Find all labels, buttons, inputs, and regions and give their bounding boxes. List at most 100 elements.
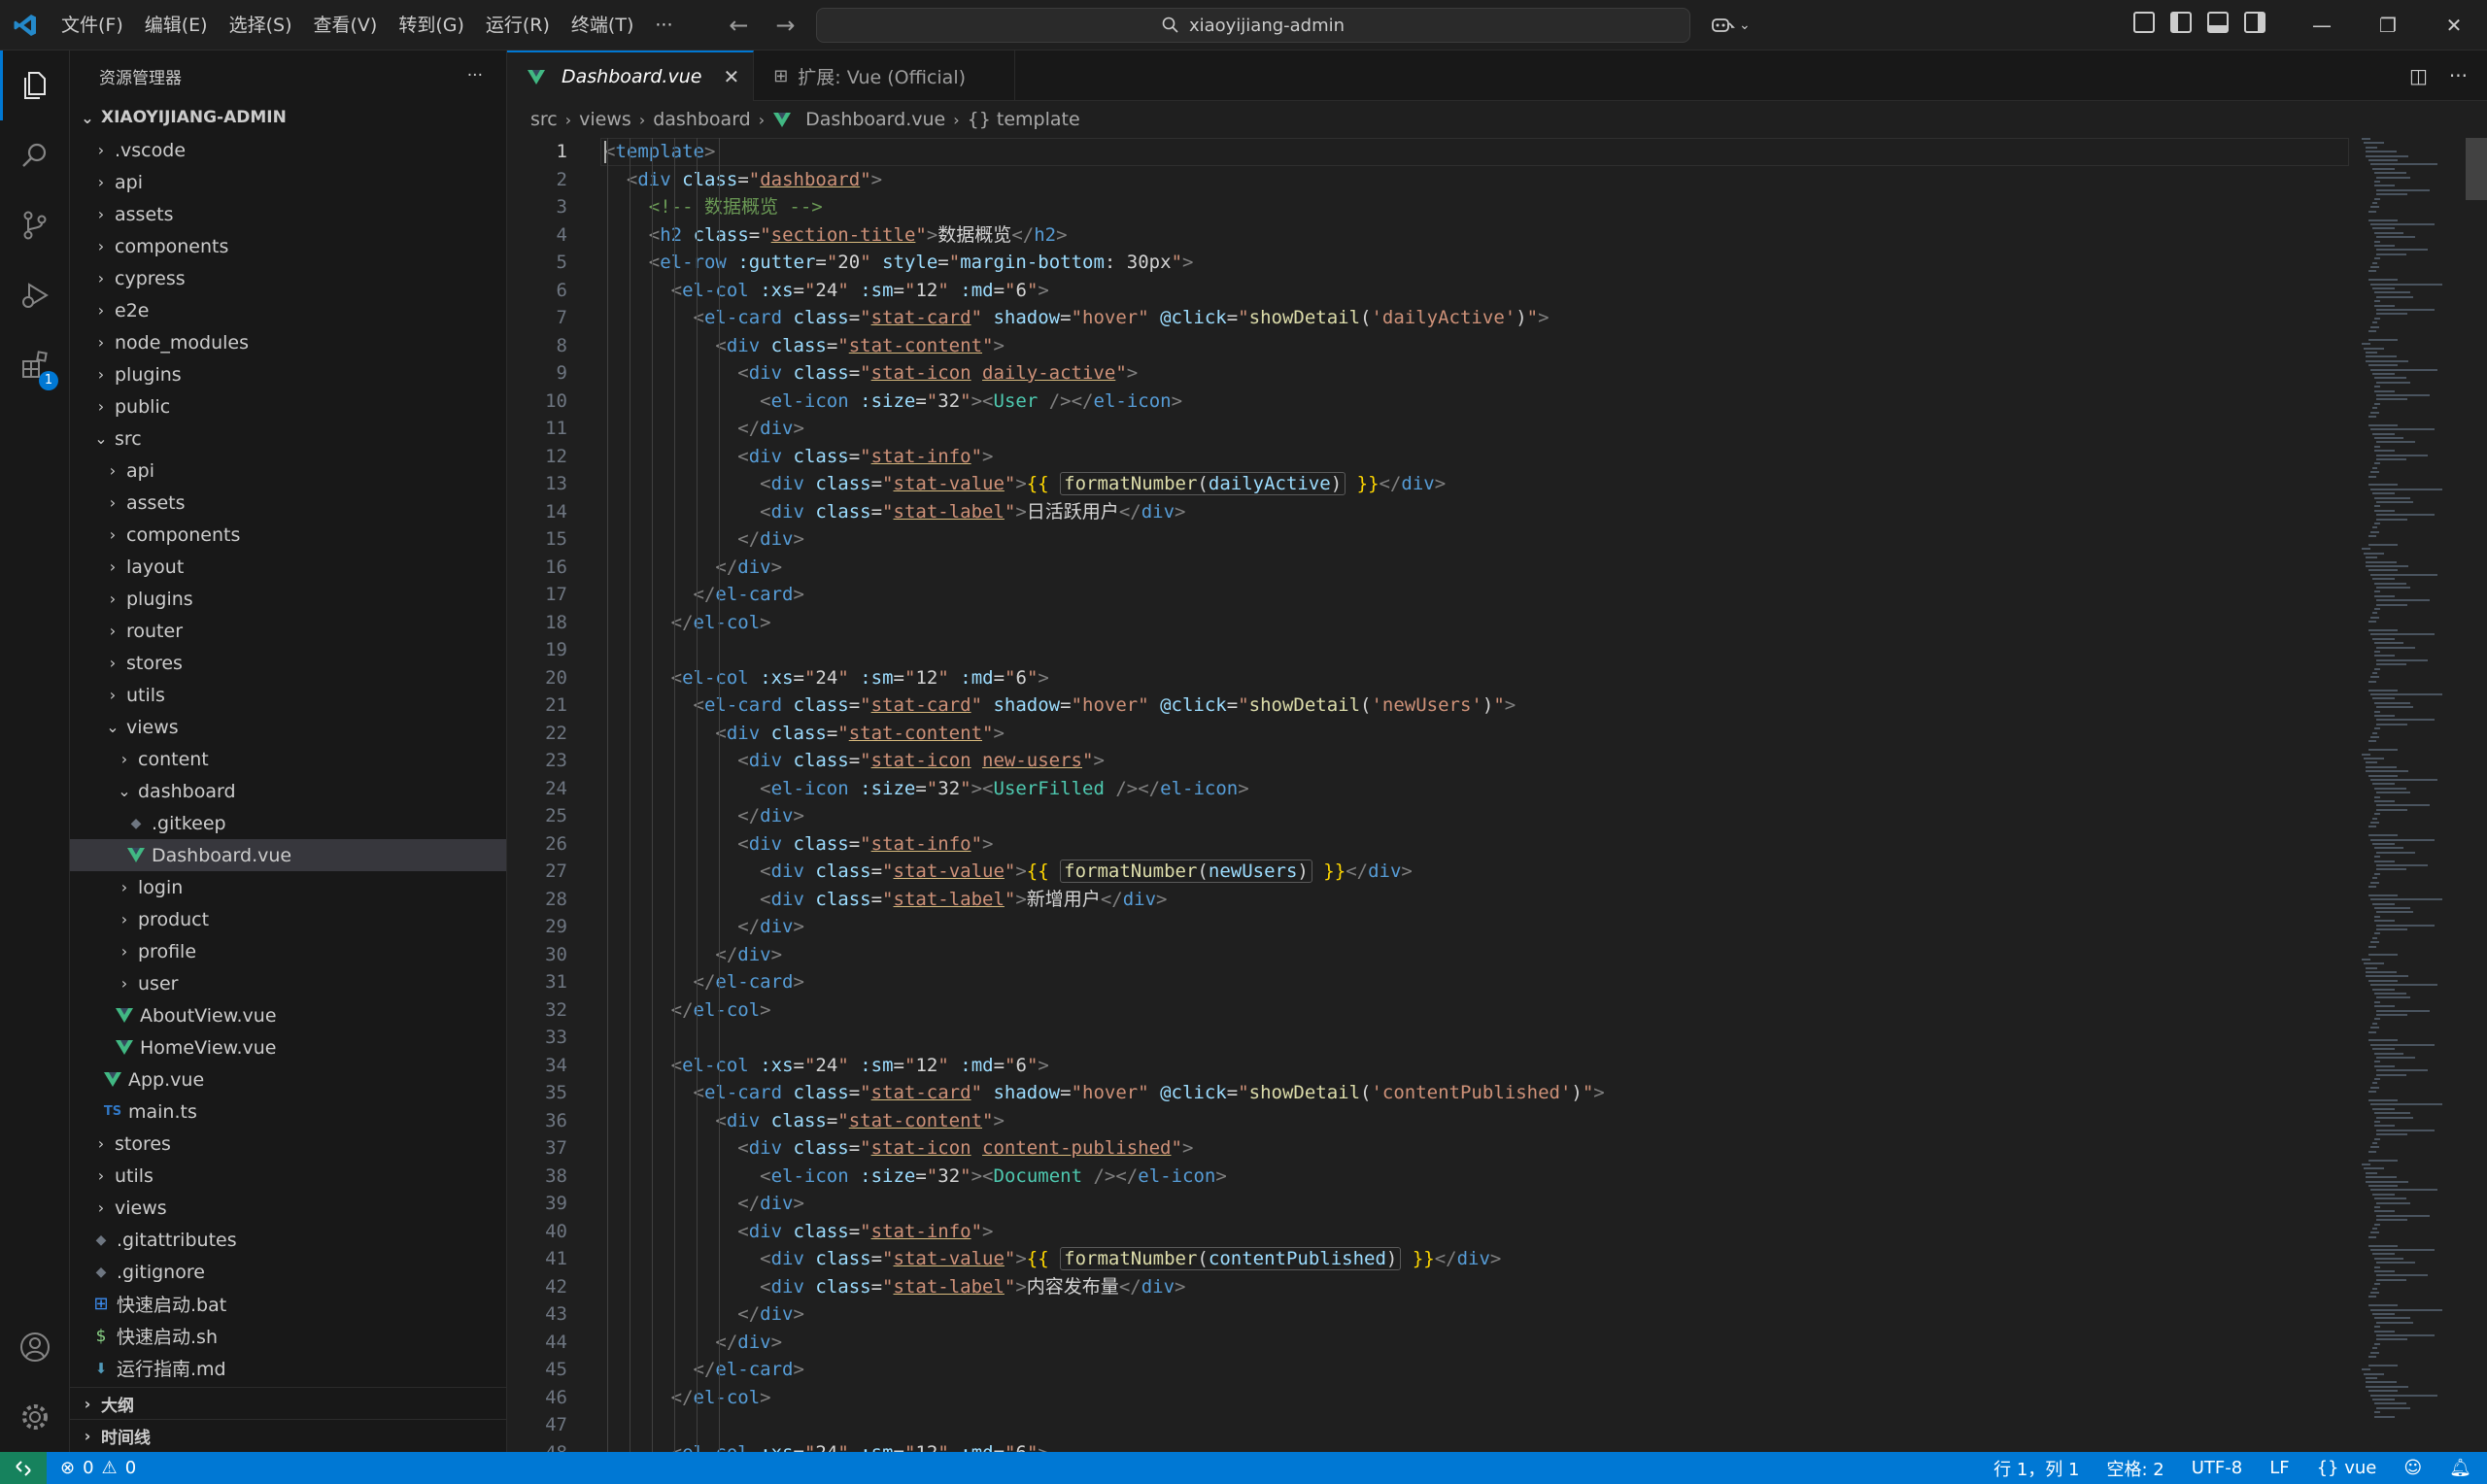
tree-item[interactable]: › utils [70, 1160, 506, 1192]
line-number: 27 [545, 860, 567, 882]
copilot-icon[interactable]: ⌄ [1710, 12, 1755, 39]
tree-item[interactable]: ⊞ 快速启动.bat [70, 1288, 506, 1320]
tree-item[interactable]: ◆ .gitattributes [70, 1224, 506, 1256]
breadcrumb-item[interactable]: dashboard [653, 109, 751, 130]
extensions-icon[interactable]: 1 [0, 330, 70, 400]
tree-item[interactable]: › stores [70, 1128, 506, 1160]
vertical-scrollbar[interactable] [2466, 138, 2487, 200]
toggle-secondary-sidebar-icon[interactable] [2244, 12, 2266, 33]
tree-item[interactable]: ◆ .gitkeep [70, 807, 506, 839]
tree-item[interactable]: › node_modules [70, 326, 506, 358]
tree-item[interactable]: TS main.ts [70, 1096, 506, 1128]
tree-item[interactable]: › components [70, 519, 506, 551]
run-debug-icon[interactable] [0, 260, 70, 330]
tree-item[interactable]: › assets [70, 198, 506, 230]
tree-item[interactable]: › product [70, 903, 506, 935]
copilot-status-icon[interactable]: ☺ [2403, 1458, 2422, 1478]
close-window-icon[interactable]: ✕ [2421, 0, 2487, 51]
notifications-bell-icon[interactable]: 🔔︎ [2449, 1458, 2471, 1478]
gear-icon[interactable] [0, 1382, 70, 1452]
tree-item[interactable]: › stores [70, 647, 506, 679]
menu-item[interactable]: 查看(V) [303, 8, 389, 43]
menu-item[interactable]: 运行(R) [475, 8, 561, 43]
tab-dashboard-vue[interactable]: Dashboard.vue ✕ [507, 51, 755, 101]
account-icon[interactable] [0, 1312, 70, 1382]
problems-indicator[interactable]: ⊗ 0 ⚠ 0 [47, 1458, 136, 1478]
end-of-line[interactable]: LF [2269, 1458, 2289, 1478]
more-actions-icon[interactable]: ··· [467, 66, 483, 85]
tree-item[interactable]: › assets [70, 487, 506, 519]
indentation[interactable]: 空格: 2 [2106, 1456, 2163, 1481]
tree-item[interactable]: › content [70, 743, 506, 775]
search-icon [1162, 17, 1178, 33]
tree-item[interactable]: › profile [70, 935, 506, 967]
tree-item[interactable]: $ 快速启动.sh [70, 1320, 506, 1352]
tree-item[interactable]: › views [70, 1192, 506, 1224]
toggle-panel-icon[interactable] [2207, 12, 2229, 33]
tree-item[interactable]: › login [70, 871, 506, 903]
breadcrumb-item[interactable]: Dashboard.vue [805, 109, 945, 130]
tree-item[interactable]: › public [70, 390, 506, 422]
toggle-primary-sidebar-icon[interactable] [2170, 12, 2192, 33]
tree-item[interactable]: › plugins [70, 583, 506, 615]
tree-item[interactable]: › cypress [70, 262, 506, 294]
encoding[interactable]: UTF-8 [2192, 1458, 2242, 1478]
tree-item[interactable]: › api [70, 455, 506, 487]
timeline-section[interactable]: › 时间线 [70, 1419, 506, 1451]
tree-item[interactable]: Dashboard.vue [70, 839, 506, 871]
code-line: 38 <el-icon :size="32"><Document /></el-… [507, 1163, 2353, 1191]
tree-item[interactable]: › layout [70, 551, 506, 583]
tree-item[interactable]: ⌄ src [70, 422, 506, 455]
minimap-line [2368, 159, 2399, 161]
tree-item[interactable]: › user [70, 967, 506, 999]
tree-item[interactable]: › utils [70, 679, 506, 711]
tree-item[interactable]: ⌄ views [70, 711, 506, 743]
menu-item[interactable]: 选择(S) [219, 8, 303, 43]
tab-extension-vue[interactable]: ⊞ 扩展: Vue (Official) [754, 51, 1016, 101]
back-arrow-icon[interactable]: ← [724, 12, 753, 39]
menu-item[interactable]: 终端(T) [561, 8, 644, 43]
tree-item[interactable]: AboutView.vue [70, 999, 506, 1031]
breadcrumb-item[interactable]: src [530, 109, 558, 130]
minimap[interactable] [2358, 138, 2465, 1452]
more-actions-icon[interactable]: ··· [2449, 64, 2468, 87]
language-mode[interactable]: {} vue [2317, 1458, 2377, 1478]
chevron-right-icon: › [97, 269, 105, 287]
menu-item[interactable]: 转到(G) [388, 8, 475, 43]
split-editor-icon[interactable]: ◫ [2409, 64, 2428, 87]
forward-arrow-icon[interactable]: → [770, 12, 800, 39]
tree-item[interactable]: › api [70, 166, 506, 198]
tree-item[interactable]: › components [70, 230, 506, 262]
restore-icon[interactable]: ❐ [2355, 0, 2421, 51]
code-editor[interactable]: 1 <template> 2 <div class="dashboard"> 3 <!… [507, 138, 2353, 1452]
menu-item[interactable]: 编辑(E) [134, 8, 219, 43]
tree-item[interactable]: › router [70, 615, 506, 647]
workspace-root[interactable]: ⌄ XIAOYIJIANG-ADMIN [70, 101, 506, 134]
tree-item[interactable]: App.vue [70, 1063, 506, 1096]
tree-item[interactable]: ⬇ 运行指南.md [70, 1352, 506, 1384]
remote-icon[interactable] [0, 1452, 47, 1484]
tree-item[interactable]: ⌄ dashboard [70, 775, 506, 807]
tree-item-label: AboutView.vue [140, 1004, 277, 1027]
tree-item[interactable]: › .vscode [70, 134, 506, 166]
workspace-root-label: XIAOYIJIANG-ADMIN [101, 108, 287, 127]
menu-item[interactable]: 文件(F) [51, 8, 134, 43]
chevron-down-icon[interactable]: ⌄ [1739, 17, 1751, 33]
command-center-search[interactable]: xiaoyijiang-admin [816, 8, 1690, 43]
breadcrumb-item[interactable]: {} template [968, 109, 1080, 130]
minimize-icon[interactable]: — [2289, 0, 2355, 51]
tree-item[interactable]: ◆ .gitignore [70, 1256, 506, 1288]
cursor-position[interactable]: 行 1，列 1 [1993, 1456, 2079, 1481]
explorer-icon[interactable] [0, 51, 70, 120]
breadcrumb-item[interactable]: views [579, 109, 631, 130]
search-icon[interactable] [0, 120, 70, 190]
tree-item[interactable]: HomeView.vue [70, 1031, 506, 1063]
customize-layout-icon[interactable] [2133, 12, 2155, 33]
minimap-line [2374, 710, 2380, 713]
tree-item[interactable]: › e2e [70, 294, 506, 326]
tree-item[interactable]: › plugins [70, 358, 506, 390]
outline-section[interactable]: › 大纲 [70, 1387, 506, 1419]
source-control-icon[interactable] [0, 190, 70, 260]
close-icon[interactable]: ✕ [723, 65, 739, 88]
menu-item[interactable]: ··· [644, 8, 683, 43]
